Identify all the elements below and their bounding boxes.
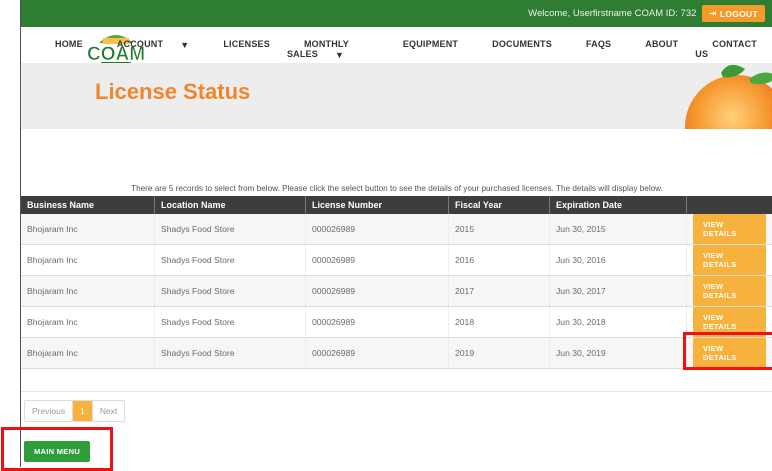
divider xyxy=(21,391,772,392)
header-location-name: Location Name xyxy=(155,196,306,214)
cell-expiration-date: Jun 30, 2019 xyxy=(550,338,687,369)
cell-action: VIEW DETAILS xyxy=(687,245,772,276)
cell-license-number: 000026989 xyxy=(306,214,449,245)
nav-home[interactable]: HOME xyxy=(38,39,83,60)
cell-fiscal-year: 2019 xyxy=(449,338,550,369)
logout-button[interactable]: ⇥ LOGOUT xyxy=(702,5,765,22)
table-row: Bhojaram Inc Shadys Food Store 000026989… xyxy=(21,214,772,245)
header-license-number: License Number xyxy=(306,196,449,214)
peach-illustration xyxy=(649,65,772,129)
cell-location-name: Shadys Food Store xyxy=(155,338,306,369)
cell-location-name: Shadys Food Store xyxy=(155,214,306,245)
nav-account[interactable]: ACCOUNT▼ xyxy=(100,39,190,60)
table-row: Bhojaram Inc Shadys Food Store 000026989… xyxy=(21,338,772,369)
nav-licenses[interactable]: LICENSES xyxy=(206,39,270,60)
nav-menu: HOME ACCOUNT▼ LICENSES MONTHLY SALES▼ EQ… xyxy=(21,39,757,60)
cell-expiration-date: Jun 30, 2015 xyxy=(550,214,687,245)
logout-label: LOGOUT xyxy=(720,9,758,19)
cell-license-number: 000026989 xyxy=(306,245,449,276)
view-details-button[interactable]: VIEW DETAILS xyxy=(693,245,766,275)
cell-license-number: 000026989 xyxy=(306,307,449,338)
cell-business-name: Bhojaram Inc xyxy=(21,245,155,276)
header-fiscal-year: Fiscal Year xyxy=(449,196,550,214)
view-details-button[interactable]: VIEW DETAILS xyxy=(693,214,766,244)
cell-business-name: Bhojaram Inc xyxy=(21,307,155,338)
cell-action: VIEW DETAILS xyxy=(687,276,772,307)
nav-about[interactable]: ABOUT xyxy=(628,39,678,60)
table-row: Bhojaram Inc Shadys Food Store 000026989… xyxy=(21,245,772,276)
cell-license-number: 000026989 xyxy=(306,276,449,307)
cell-license-number: 000026989 xyxy=(306,338,449,369)
nav-documents[interactable]: DOCUMENTS xyxy=(475,39,552,60)
main-navigation: COAM DIVISION HOME ACCOUNT▼ LICENSES MON… xyxy=(21,27,772,63)
cell-fiscal-year: 2017 xyxy=(449,276,550,307)
records-info: There are 5 records to select from below… xyxy=(21,184,772,193)
cell-location-name: Shadys Food Store xyxy=(155,245,306,276)
cell-expiration-date: Jun 30, 2017 xyxy=(550,276,687,307)
pagination: Previous 1 Next xyxy=(24,400,125,422)
highlight-box xyxy=(683,332,772,370)
cell-fiscal-year: 2018 xyxy=(449,307,550,338)
nav-contact-us[interactable]: CONTACT US xyxy=(695,39,757,60)
pagination-next[interactable]: Next xyxy=(93,401,124,421)
cell-fiscal-year: 2016 xyxy=(449,245,550,276)
pagination-previous[interactable]: Previous xyxy=(25,401,73,421)
cell-action: VIEW DETAILS xyxy=(687,214,772,245)
view-details-button[interactable]: VIEW DETAILS xyxy=(693,276,766,306)
top-bar: Welcome, Userfirstname COAM ID: 732 ⇥ LO… xyxy=(21,0,772,27)
table-row: Bhojaram Inc Shadys Food Store 000026989… xyxy=(21,307,772,338)
cell-expiration-date: Jun 30, 2018 xyxy=(550,307,687,338)
caret-down-icon: ▼ xyxy=(335,50,344,60)
page-frame: Welcome, Userfirstname COAM ID: 732 ⇥ LO… xyxy=(20,0,772,467)
cell-expiration-date: Jun 30, 2016 xyxy=(550,245,687,276)
highlight-box xyxy=(1,427,113,471)
header-expiration-date: Expiration Date xyxy=(550,196,687,214)
pagination-current-page[interactable]: 1 xyxy=(73,401,93,421)
cell-business-name: Bhojaram Inc xyxy=(21,338,155,369)
welcome-text: Welcome, Userfirstname COAM ID: 732 xyxy=(528,8,696,19)
header-business-name: Business Name xyxy=(21,196,155,214)
table-row: Bhojaram Inc Shadys Food Store 000026989… xyxy=(21,276,772,307)
cell-location-name: Shadys Food Store xyxy=(155,276,306,307)
nav-equipment[interactable]: EQUIPMENT xyxy=(386,39,458,60)
caret-down-icon: ▼ xyxy=(180,40,189,50)
table-header-row: Business Name Location Name License Numb… xyxy=(21,196,772,214)
nav-faqs[interactable]: FAQS xyxy=(569,39,611,60)
license-table: Business Name Location Name License Numb… xyxy=(21,196,772,369)
cell-fiscal-year: 2015 xyxy=(449,214,550,245)
page-title: License Status xyxy=(95,79,250,105)
header-actions xyxy=(687,196,772,214)
cell-location-name: Shadys Food Store xyxy=(155,307,306,338)
cell-business-name: Bhojaram Inc xyxy=(21,276,155,307)
cell-business-name: Bhojaram Inc xyxy=(21,214,155,245)
logout-icon: ⇥ xyxy=(709,8,716,19)
page-banner: License Status xyxy=(21,63,772,129)
nav-monthly-sales[interactable]: MONTHLY SALES▼ xyxy=(287,39,369,60)
